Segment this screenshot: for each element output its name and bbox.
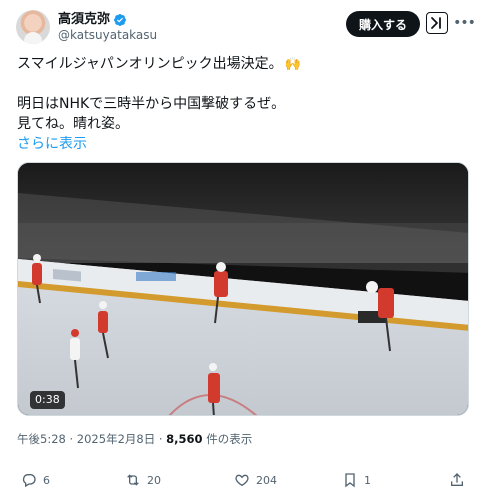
reply-count: 6	[43, 473, 50, 487]
grok-icon	[431, 17, 441, 29]
author-name-row: 高須克弥	[58, 11, 127, 28]
retweet-icon	[127, 474, 139, 486]
author-avatar[interactable]	[16, 10, 50, 44]
verified-badge-icon	[114, 13, 126, 26]
bookmark-count: 1	[364, 473, 371, 487]
meta-separator: ·	[69, 432, 74, 446]
share-icon	[451, 473, 463, 486]
bookmark-icon	[345, 473, 355, 488]
tweet-date[interactable]: 2025年2月8日	[77, 432, 155, 446]
video-player[interactable]: 0:38	[17, 162, 469, 416]
reply-button[interactable]: 6	[21, 470, 50, 490]
grok-button[interactable]	[426, 12, 448, 34]
meta-separator-2: ·	[158, 432, 163, 446]
tweet-line-1: スマイルジャパンオリンピック出場決定。 🙌	[17, 54, 469, 74]
retweet-button[interactable]: 20	[125, 470, 161, 490]
tweet-line-3: 見てね。晴れ姿。	[17, 116, 129, 132]
heart-icon	[235, 474, 249, 487]
video-duration-badge: 0:38	[30, 391, 65, 409]
bookmark-button[interactable]: 1	[342, 470, 371, 490]
reply-icon	[22, 474, 36, 488]
tweet-text: スマイルジャパンオリンピック出場決定。 🙌 明日はNHKで三時半から中国撃破するぜ…	[17, 54, 469, 134]
ice-hockey-video-thumbnail	[18, 163, 468, 415]
tweet-line-1-text: スマイルジャパンオリンピック出場決定。	[17, 56, 283, 72]
tweet-meta: 午後5:28 · 2025年2月8日 · 8,560 件の表示	[17, 431, 252, 447]
views-count: 8,560	[166, 432, 203, 446]
tweet-line-2: 明日はNHKで三時半から中国撃破するぜ。	[17, 96, 286, 112]
like-button[interactable]: 204	[234, 470, 277, 490]
author-display-name[interactable]: 高須克弥	[58, 11, 110, 28]
tweet-time[interactable]: 午後5:28	[17, 432, 66, 446]
raising-hands-emoji-icon: 🙌	[284, 57, 301, 72]
like-count: 204	[256, 473, 277, 487]
tweet-actions: 6 20 204 1	[17, 470, 469, 490]
tweet-card: 高須克弥 @katsuyatakasu 購入する ••• スマイルジャパンオリン…	[0, 0, 482, 494]
tweet-blank-line	[17, 74, 469, 94]
more-dots-icon[interactable]: •••	[453, 12, 476, 34]
views-label: 件の表示	[206, 432, 253, 446]
subscribe-button[interactable]: 購入する	[346, 11, 420, 37]
share-button[interactable]	[449, 470, 471, 490]
author-handle[interactable]: @katsuyatakasu	[58, 28, 157, 43]
show-more-link[interactable]: さらに表示	[17, 134, 87, 154]
tweet-header: 高須克弥 @katsuyatakasu 購入する •••	[16, 10, 476, 44]
retweet-count: 20	[147, 473, 161, 487]
